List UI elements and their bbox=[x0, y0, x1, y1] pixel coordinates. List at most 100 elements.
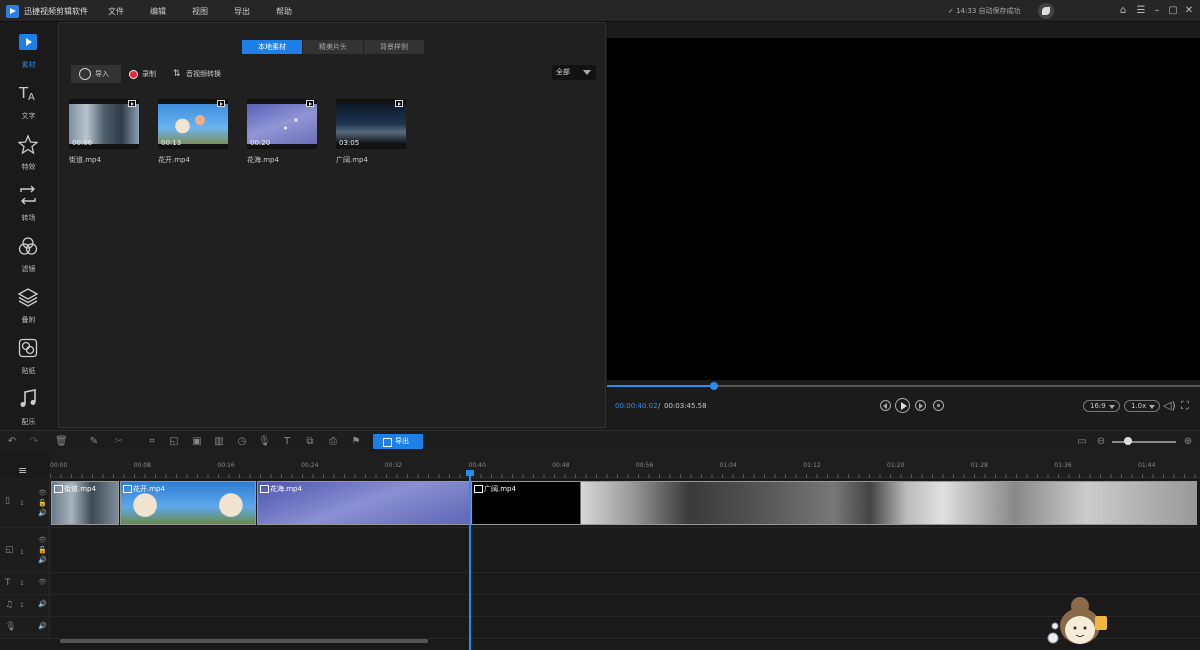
edit-icon[interactable]: ✎ bbox=[88, 436, 100, 448]
menu-edit[interactable]: 编辑 bbox=[150, 6, 166, 17]
tab-background-samples[interactable]: 背景样例 bbox=[364, 40, 424, 54]
video-badge-icon bbox=[128, 100, 136, 107]
redo-icon[interactable]: ↷ bbox=[28, 436, 40, 448]
visibility-icon[interactable]: 👁 bbox=[38, 536, 47, 544]
ruler-tick: 00:00 bbox=[50, 462, 68, 469]
mute-icon[interactable]: 🔊 bbox=[38, 622, 47, 630]
settings-icon[interactable]: ☰ bbox=[1134, 4, 1148, 18]
sidebar-item-media[interactable]: 素材 bbox=[0, 26, 57, 76]
media-clip-card[interactable]: 00:13 花开.mp4 bbox=[158, 99, 228, 165]
close-button[interactable]: ✕ bbox=[1182, 4, 1196, 18]
convert-button[interactable]: ⇅ 音视频转换 bbox=[173, 65, 221, 83]
mute-icon[interactable]: 🔊 bbox=[38, 600, 47, 608]
split-icon[interactable]: ✂ bbox=[113, 436, 125, 448]
next-frame-button[interactable] bbox=[915, 400, 926, 411]
ruler-tick: 00:08 bbox=[133, 462, 151, 469]
sidebar-item-overlay[interactable]: 叠附 bbox=[0, 281, 57, 331]
fit-timeline-icon[interactable]: ▭ bbox=[1076, 436, 1088, 448]
ruler-tick: 00:24 bbox=[301, 462, 319, 469]
ruler-tick: 00:56 bbox=[635, 462, 654, 469]
overlay-icon bbox=[18, 288, 38, 307]
overlay-track-icon: ◱ bbox=[5, 545, 14, 555]
tab-intro-templates[interactable]: 精美片头 bbox=[303, 40, 363, 54]
delete-icon[interactable]: 🗑 bbox=[55, 436, 68, 448]
convert-icon: ⇅ bbox=[173, 69, 181, 79]
stop-button[interactable] bbox=[933, 400, 944, 411]
effects-icon bbox=[18, 134, 38, 154]
text-add-icon[interactable]: T bbox=[281, 436, 293, 448]
zoom-slider[interactable] bbox=[1112, 441, 1176, 443]
visibility-icon[interactable]: 👁 bbox=[38, 578, 47, 586]
menu-file[interactable]: 文件 bbox=[108, 6, 124, 17]
timeline-scrollbar[interactable] bbox=[60, 639, 428, 643]
menu-bar: 文件 编辑 视图 导出 帮助 bbox=[108, 6, 318, 17]
edit-toolbar: ↶ ↷ 🗑 ✎ ✂ ⌗ ◱ ▣ ▥ ◷ 🎙 T ⧉ ⎙ ⚑ 导出 ▭ ⊖ ⊕ bbox=[0, 430, 1200, 452]
resize-icon[interactable]: ◱ bbox=[168, 436, 180, 448]
sidebar-item-filter[interactable]: 滤镜 bbox=[0, 230, 57, 280]
sidebar-item-text[interactable]: TA 文字 bbox=[0, 77, 57, 127]
media-clip-card[interactable]: 00:06 街道.mp4 bbox=[69, 99, 139, 165]
lock-icon[interactable]: 🔓 bbox=[38, 546, 47, 554]
sidebar-item-music[interactable]: 配乐 bbox=[0, 383, 57, 433]
playhead[interactable] bbox=[469, 472, 471, 650]
timeline-clip[interactable]: 广阔.mp4 bbox=[471, 481, 1197, 525]
import-icon bbox=[79, 68, 91, 80]
app-logo-icon bbox=[6, 5, 19, 18]
duration-icon[interactable]: ◷ bbox=[236, 436, 248, 448]
timeline-clip[interactable]: 街道.mp4 bbox=[51, 481, 119, 525]
media-filter-select[interactable]: 全部 bbox=[552, 65, 596, 80]
preview-progress-fill bbox=[607, 385, 714, 387]
snapshot-icon[interactable]: ⎙ bbox=[327, 436, 339, 448]
avatar[interactable] bbox=[1038, 3, 1054, 19]
mosaic-icon[interactable]: ▣ bbox=[191, 436, 203, 448]
menu-view[interactable]: 视图 bbox=[192, 6, 208, 17]
menu-export[interactable]: 导出 bbox=[234, 6, 250, 17]
microphone-icon[interactable]: 🎙 bbox=[258, 436, 271, 448]
ruler-tick: 01:28 bbox=[970, 462, 988, 469]
import-button[interactable]: 导入 bbox=[71, 65, 121, 83]
media-clip-card[interactable]: 00:20 花海.mp4 bbox=[247, 99, 317, 165]
volume-icon[interactable]: ◁) bbox=[1163, 399, 1176, 412]
visibility-icon[interactable]: 👁 bbox=[38, 489, 47, 497]
fullscreen-icon[interactable]: ⛶ bbox=[1181, 399, 1189, 413]
record-button[interactable]: 录制 bbox=[127, 65, 156, 83]
lock-icon[interactable]: 🔓 bbox=[38, 499, 47, 507]
text-track-header: T 1 👁 bbox=[0, 573, 50, 594]
preview-panel: 00:00:40.02 / 00:03:45.58 16:9 1.0x ◁) ⛶ bbox=[607, 22, 1200, 430]
mute-icon[interactable]: 🔊 bbox=[38, 509, 47, 517]
tab-local-media[interactable]: 本地素材 bbox=[242, 40, 302, 54]
copy-icon[interactable]: ⧉ bbox=[304, 436, 316, 448]
export-button[interactable]: 导出 bbox=[373, 434, 423, 449]
zoom-slider-handle[interactable] bbox=[1124, 437, 1132, 445]
video-track-header: ▯ 1 👁 🔓 🔊 bbox=[0, 478, 50, 527]
marker-icon[interactable]: ⚑ bbox=[350, 436, 362, 448]
overlay-track-header: ◱ 1 👁 🔓 🔊 bbox=[0, 528, 50, 572]
previous-frame-button[interactable] bbox=[880, 400, 891, 411]
maximize-button[interactable]: ▢ bbox=[1166, 4, 1180, 18]
aspect-ratio-select[interactable]: 16:9 bbox=[1083, 400, 1120, 412]
minimize-button[interactable]: – bbox=[1150, 4, 1164, 18]
text-track-icon: T bbox=[5, 578, 11, 588]
track-menu-icon[interactable]: ≡ bbox=[18, 464, 27, 477]
crop-icon[interactable]: ⌗ bbox=[146, 436, 158, 448]
time-ruler[interactable]: 00:00 00:08 00:16 00:24 00:32 00:40 00:48 00:56… bbox=[50, 452, 1200, 478]
play-button[interactable] bbox=[895, 398, 910, 413]
next-icon bbox=[919, 403, 923, 409]
mute-icon[interactable]: 🔊 bbox=[38, 556, 47, 564]
zoom-in-icon[interactable]: ⊕ bbox=[1182, 436, 1194, 448]
audio-level-icon[interactable]: ▥ bbox=[213, 436, 225, 448]
zoom-out-icon[interactable]: ⊖ bbox=[1095, 436, 1107, 448]
media-clip-card[interactable]: 03:05 广阔.mp4 bbox=[336, 99, 406, 165]
timeline-clip[interactable]: 花开.mp4 bbox=[120, 481, 256, 525]
undo-icon[interactable]: ↶ bbox=[6, 436, 18, 448]
sidebar-item-transition[interactable]: 转场 bbox=[0, 179, 57, 229]
sidebar-item-effects[interactable]: 特效 bbox=[0, 128, 57, 178]
mascot-image[interactable] bbox=[1045, 588, 1115, 650]
sidebar-item-sticker[interactable]: 贴纸 bbox=[0, 332, 57, 382]
timeline-clip[interactable]: 花海.mp4 bbox=[257, 481, 470, 525]
transition-icon bbox=[20, 185, 36, 205]
playback-speed-select[interactable]: 1.0x bbox=[1124, 400, 1160, 412]
preview-progress-handle[interactable] bbox=[709, 382, 718, 390]
home-icon[interactable]: ⌂ bbox=[1116, 4, 1130, 18]
menu-help[interactable]: 帮助 bbox=[276, 6, 292, 17]
